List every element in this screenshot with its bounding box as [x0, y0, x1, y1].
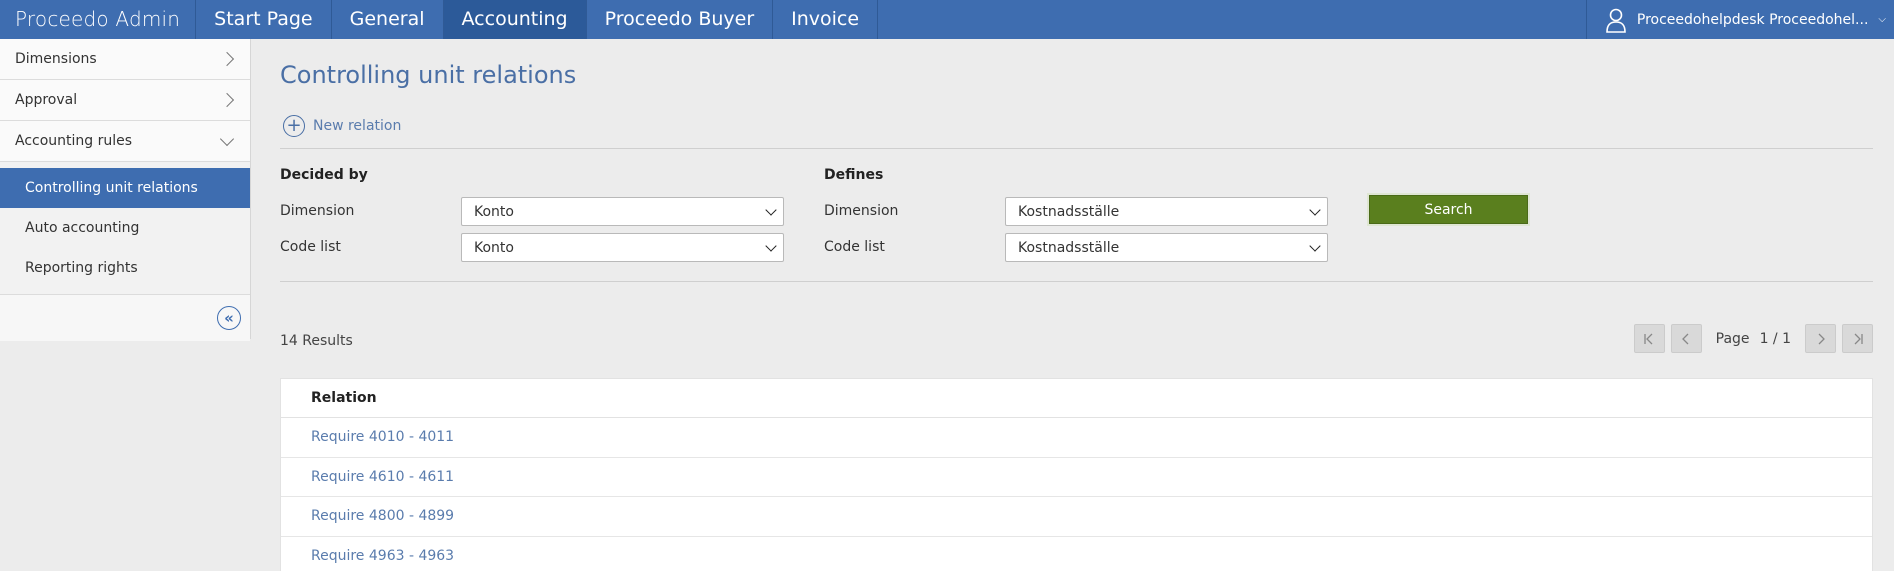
sidebar-section-approval[interactable]: Approval [0, 80, 250, 121]
relations-table: Relation Require 4010 - 4011 Require 461… [280, 378, 1873, 571]
user-icon [1606, 8, 1626, 33]
page-indicator: Page 1 / 1 [1716, 331, 1791, 347]
defines-dimension-select[interactable]: Kostnadsställe [1005, 197, 1328, 226]
page-label: Page [1715, 330, 1750, 347]
chevron-down-icon [765, 204, 777, 216]
sidebar-section-label: Approval [15, 92, 78, 108]
sidebar-section-label: Accounting rules [15, 133, 133, 149]
first-page-icon[interactable] [1633, 324, 1665, 353]
nav-proceedo-buyer[interactable]: Proceedo Buyer [587, 0, 774, 39]
nav-start-page[interactable]: Start Page [196, 0, 332, 39]
new-relation-button[interactable]: + New relation [283, 115, 401, 137]
previous-page-icon[interactable] [1670, 324, 1702, 353]
decided-by-codelist-select[interactable]: Konto [461, 233, 784, 262]
nav-general[interactable]: General [332, 0, 444, 39]
sidebar-item-auto-accounting[interactable]: Auto accounting [0, 208, 250, 248]
defines-heading: Defines [824, 167, 884, 183]
select-value: Konto [474, 203, 514, 220]
divider [280, 281, 1873, 282]
select-value: Kostnadsställe [1018, 239, 1120, 256]
nav-invoice[interactable]: Invoice [773, 0, 879, 39]
chevron-down-icon [1309, 240, 1321, 252]
defines-dimension-label: Dimension [824, 203, 899, 219]
defines-codelist-select[interactable]: Kostnadsställe [1005, 233, 1328, 262]
nav-accounting[interactable]: Accounting [443, 0, 587, 39]
decided-by-dimension-label: Dimension [280, 203, 355, 219]
sidebar-subitems: Controlling unit relations Auto accounti… [0, 162, 250, 295]
decided-by-codelist-label: Code list [280, 239, 341, 255]
table-row[interactable]: Require 4800 - 4899 [281, 497, 1872, 537]
sidebar-section-dimensions[interactable]: Dimensions [0, 39, 250, 80]
sidebar-collapse-row: « [0, 295, 250, 341]
chevron-down-icon [1309, 204, 1321, 216]
table-header-relation: Relation [281, 379, 1872, 418]
app-brand[interactable]: Proceedo Admin [0, 0, 197, 39]
plus-circle-icon: + [283, 115, 305, 137]
divider [280, 148, 1873, 149]
chevron-right-icon [219, 92, 235, 108]
chevron-down-icon: ⌵ [1878, 14, 1886, 25]
new-relation-label: New relation [313, 118, 402, 134]
select-value: Konto [474, 239, 514, 256]
chevron-down-icon [219, 131, 235, 146]
sidebar-section-accounting-rules[interactable]: Accounting rules [0, 121, 250, 162]
table-row[interactable]: Require 4610 - 4611 [281, 458, 1872, 497]
top-navigation-bar: Proceedo Admin Start Page General Accoun… [0, 0, 1894, 39]
table-row[interactable]: Require 4010 - 4011 [281, 418, 1872, 458]
pagination: Page 1 / 1 [1633, 324, 1873, 353]
user-menu[interactable]: Proceedohelpdesk Proceedohel... ⌵ [1585, 0, 1894, 39]
defines-codelist-label: Code list [824, 239, 885, 255]
page-value: 1 / 1 [1759, 330, 1791, 347]
sidebar-item-controlling-unit-relations[interactable]: Controlling unit relations [0, 168, 250, 208]
decided-by-dimension-select[interactable]: Konto [461, 197, 784, 226]
sidebar-item-reporting-rights[interactable]: Reporting rights [0, 248, 250, 288]
chevron-down-icon [765, 240, 777, 252]
double-chevron-left-icon[interactable]: « [217, 306, 241, 330]
results-count: 14 Results [280, 333, 353, 349]
table-row[interactable]: Require 4963 - 4963 [281, 537, 1872, 571]
next-page-icon[interactable] [1805, 324, 1836, 353]
sidebar-section-label: Dimensions [15, 51, 97, 67]
page-title: Controlling unit relations [280, 61, 577, 89]
last-page-icon[interactable] [1842, 324, 1873, 353]
user-name: Proceedohelpdesk Proceedohel... [1636, 11, 1869, 28]
decided-by-heading: Decided by [280, 167, 368, 183]
search-button[interactable]: Search [1369, 195, 1528, 224]
sidebar: Dimensions Approval Accounting rules Con… [0, 39, 251, 341]
select-value: Kostnadsställe [1018, 203, 1120, 220]
chevron-right-icon [219, 51, 235, 67]
